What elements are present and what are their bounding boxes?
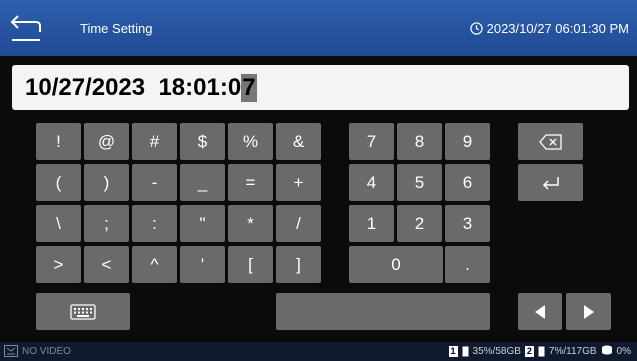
key-0[interactable]: 0 — [349, 246, 443, 283]
key-7[interactable]: 7 — [349, 123, 394, 160]
key-colon[interactable]: : — [132, 205, 177, 242]
key-dollar[interactable]: $ — [180, 123, 225, 160]
disk-icon — [538, 346, 545, 356]
keyboard-toggle-button[interactable] — [36, 293, 130, 330]
page-title: Time Setting — [80, 21, 153, 36]
key-minus[interactable]: - — [132, 164, 177, 201]
backspace-button[interactable] — [518, 123, 583, 160]
status-bar: NO VIDEO 1 35%/58GB 2 7%/117GB 0% — [0, 342, 637, 361]
key-caret[interactable]: ^ — [132, 246, 177, 283]
input-cursor-char: 7 — [241, 73, 257, 102]
video-status: NO VIDEO — [4, 345, 71, 357]
key-6[interactable]: 6 — [445, 164, 490, 201]
keyboard-area: 10/27/2023 18:01:0 7 ! @ # $ % & ( ) - _ … — [0, 56, 637, 342]
key-dot[interactable]: . — [445, 246, 490, 283]
key-8[interactable]: 8 — [397, 123, 442, 160]
space-key[interactable] — [276, 293, 490, 330]
key-exclamation[interactable]: ! — [36, 123, 81, 160]
database-icon — [601, 345, 612, 355]
key-hash[interactable]: # — [132, 123, 177, 160]
input-value: 10/27/2023 18:01:0 — [25, 73, 242, 101]
storage-status: 1 35%/58GB 2 7%/117GB 0% — [448, 345, 631, 357]
triangle-left-icon — [535, 304, 545, 319]
key-open-bracket[interactable]: [ — [228, 246, 273, 283]
key-percent[interactable]: % — [228, 123, 273, 160]
key-ampersand[interactable]: & — [276, 123, 321, 160]
key-close-bracket[interactable]: ] — [276, 246, 321, 283]
clock: 2023/10/27 06:01:30 PM — [469, 21, 629, 36]
key-open-paren[interactable]: ( — [36, 164, 81, 201]
key-backslash[interactable]: \ — [36, 205, 81, 242]
disk2-usage: 7%/117GB — [548, 345, 597, 357]
key-semicolon[interactable]: ; — [84, 205, 129, 242]
key-asterisk[interactable]: * — [228, 205, 273, 242]
key-underscore[interactable]: _ — [180, 164, 225, 201]
key-less-than[interactable]: < — [84, 246, 129, 283]
header-bar: Time Setting 2023/10/27 06:01:30 PM — [0, 0, 637, 56]
disk2-number: 2 — [524, 345, 534, 357]
key-at[interactable]: @ — [84, 123, 129, 160]
back-arrow-icon — [10, 15, 41, 41]
keyboard-icon — [70, 303, 96, 320]
total-usage: 0% — [616, 345, 631, 357]
enter-icon — [542, 176, 559, 190]
enter-button[interactable] — [518, 164, 583, 201]
disk1-number: 1 — [448, 345, 458, 357]
no-video-icon — [4, 345, 18, 357]
key-3[interactable]: 3 — [445, 205, 490, 242]
key-2[interactable]: 2 — [397, 205, 442, 242]
video-status-label: NO VIDEO — [22, 345, 71, 357]
key-1[interactable]: 1 — [349, 205, 394, 242]
key-slash[interactable]: / — [276, 205, 321, 242]
key-plus[interactable]: + — [276, 164, 321, 201]
backspace-icon — [538, 133, 562, 150]
key-greater-than[interactable]: > — [36, 246, 81, 283]
back-button[interactable] — [8, 10, 52, 46]
key-5[interactable]: 5 — [397, 164, 442, 201]
key-double-quote[interactable]: " — [180, 205, 225, 242]
key-4[interactable]: 4 — [349, 164, 394, 201]
clock-icon — [469, 22, 483, 35]
clock-datetime: 2023/10/27 06:01:30 PM — [486, 21, 629, 36]
disk-icon — [462, 346, 469, 356]
key-apostrophe[interactable]: ' — [180, 246, 225, 283]
key-equals[interactable]: = — [228, 164, 273, 201]
disk1-usage: 35%/58GB — [472, 345, 521, 357]
cursor-left-button[interactable] — [518, 293, 562, 330]
datetime-input-field[interactable]: 10/27/2023 18:01:0 7 — [12, 65, 629, 110]
triangle-right-icon — [583, 304, 594, 319]
cursor-right-button[interactable] — [566, 293, 611, 330]
key-9[interactable]: 9 — [445, 123, 490, 160]
key-close-paren[interactable]: ) — [84, 164, 129, 201]
